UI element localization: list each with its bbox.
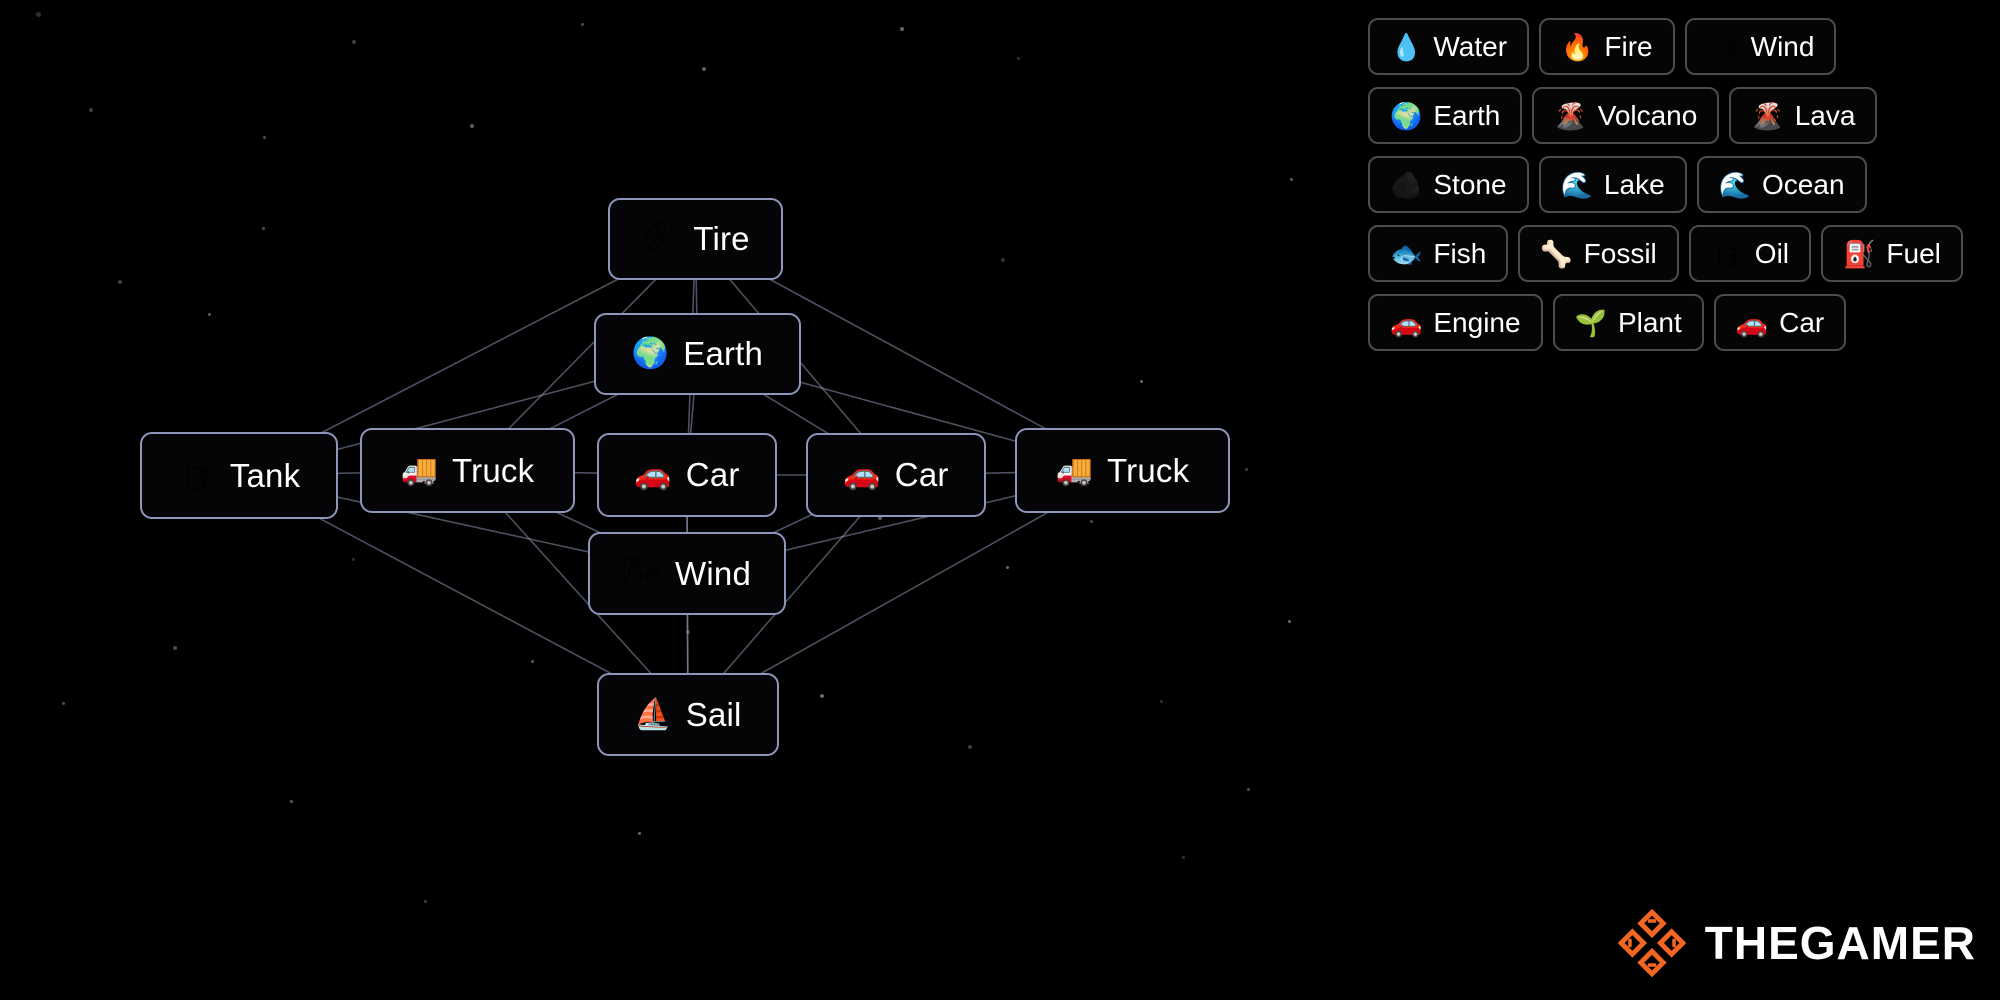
graph-node-label: Truck	[452, 451, 535, 489]
item-chip-label: Stone	[1433, 168, 1507, 200]
item-chip-engine[interactable]: 🚗 Engine	[1368, 294, 1543, 351]
item-chip-fish[interactable]: 🐟 Fish	[1368, 225, 1509, 282]
sail-icon: ⛵	[634, 697, 672, 731]
thegamer-watermark: THEGAMER	[1617, 908, 1976, 978]
item-chip-label: Oil	[1754, 237, 1790, 269]
graph-node-label: Wind	[675, 554, 752, 592]
wave-icon: 🌊	[1718, 169, 1752, 200]
wind-icon: 🌬	[622, 556, 662, 590]
tire-icon: 🛠	[641, 222, 680, 255]
item-chip-label: Wind	[1750, 30, 1815, 62]
item-chip-label: Water	[1433, 30, 1508, 62]
graph-node-earth[interactable]: 🌍 Earth	[594, 313, 801, 395]
graph-node-label: Tire	[693, 220, 750, 257]
item-chip-label: Fossil	[1583, 237, 1657, 269]
graph-node-truck_r[interactable]: 🚚 Truck	[1015, 428, 1230, 513]
oil-drum-icon: 🛢	[1710, 238, 1744, 269]
wind-icon: 🌬	[1706, 31, 1740, 62]
item-chip-oil[interactable]: 🛢 Oil	[1688, 225, 1812, 282]
fish-icon: 🐟	[1390, 238, 1423, 269]
item-chip-label: Fish	[1433, 237, 1487, 269]
item-chip-plant[interactable]: 🌱 Plant	[1552, 294, 1704, 351]
graph-node-wind[interactable]: 🌬 Wind	[588, 532, 786, 615]
car-icon: 🚗	[843, 458, 881, 491]
item-chip-label: Lava	[1794, 99, 1856, 131]
item-chip-ocean[interactable]: 🌊 Ocean	[1696, 156, 1867, 213]
item-chip-stone[interactable]: 🪨 Stone	[1368, 156, 1529, 213]
crafting-graph-canvas[interactable]: 🛠 Tire 🌍 Earth 🛢 Tank 🚚 Truck 🚗 Car 🚗 Car 🚚 Truck 🌬 Win…	[0, 0, 1340, 1000]
graph-node-label: Earth	[683, 335, 764, 372]
graph-node-tank[interactable]: 🛢 Tank	[140, 432, 338, 519]
discovered-items-panel[interactable]: 💧 Water 🔥 Fire 🌬 Wind 🌍 Earth 🌋 Volcano 🌋 Lava 🪨 Ston…	[1368, 18, 1982, 351]
car-icon: 🚗	[1735, 307, 1769, 338]
car-icon: 🚗	[634, 458, 672, 491]
item-chip-label: Engine	[1433, 306, 1521, 338]
thegamer-logo-icon	[1617, 908, 1687, 978]
graph-node-label: Car	[685, 456, 740, 493]
graph-node-sail[interactable]: ⛵ Sail	[597, 673, 779, 756]
item-chip-label: Lake	[1603, 168, 1665, 200]
volcano-icon: 🌋	[1751, 100, 1784, 131]
item-chip-earth[interactable]: 🌍 Earth	[1368, 87, 1523, 144]
item-chip-label: Earth	[1433, 99, 1501, 131]
item-chip-label: Volcano	[1597, 99, 1698, 131]
truck-icon: 🚚	[1055, 453, 1094, 487]
graph-node-truck_l[interactable]: 🚚 Truck	[360, 428, 575, 513]
item-chip-water[interactable]: 💧 Water	[1368, 18, 1530, 75]
car-icon: 🚗	[1390, 307, 1423, 338]
item-chip-wind[interactable]: 🌬 Wind	[1684, 18, 1837, 75]
item-chip-label: Ocean	[1762, 168, 1845, 200]
item-chip-car[interactable]: 🚗 Car	[1713, 294, 1847, 351]
item-chip-fossil[interactable]: 🦴 Fossil	[1518, 225, 1679, 282]
thegamer-logo-text: THEGAMER	[1704, 917, 1976, 969]
water-drop-icon: 💧	[1390, 31, 1423, 62]
graph-node-tire[interactable]: 🛠 Tire	[608, 198, 783, 280]
item-chip-label: Plant	[1617, 306, 1682, 338]
stone-icon: 🪨	[1390, 169, 1423, 200]
seedling-icon: 🌱	[1574, 307, 1607, 338]
graph-node-car_r[interactable]: 🚗 Car	[806, 433, 986, 517]
item-chip-lava[interactable]: 🌋 Lava	[1729, 87, 1878, 144]
graph-node-label: Sail	[685, 695, 742, 733]
earth-icon: 🌍	[1390, 100, 1423, 131]
graph-node-label: Tank	[229, 456, 301, 494]
truck-icon: 🚚	[400, 453, 439, 487]
volcano-icon: 🌋	[1554, 100, 1587, 131]
item-chip-fire[interactable]: 🔥 Fire	[1539, 18, 1675, 75]
graph-node-label: Car	[894, 456, 949, 493]
item-chip-label: Fuel	[1886, 237, 1941, 269]
item-chip-label: Fire	[1604, 30, 1653, 62]
item-chip-fuel[interactable]: ⛽ Fuel	[1821, 225, 1963, 282]
item-chip-lake[interactable]: 🌊 Lake	[1538, 156, 1687, 213]
tank-icon: 🛢	[177, 458, 216, 492]
item-chip-label: Car	[1779, 306, 1825, 338]
fuel-pump-icon: ⛽	[1843, 238, 1876, 269]
bone-icon: 🦴	[1540, 238, 1573, 269]
wave-icon: 🌊	[1560, 169, 1593, 200]
earth-icon: 🌍	[631, 337, 670, 370]
fire-icon: 🔥	[1561, 31, 1594, 62]
graph-node-label: Truck	[1107, 451, 1190, 489]
graph-node-car_l[interactable]: 🚗 Car	[597, 433, 777, 517]
item-chip-volcano[interactable]: 🌋 Volcano	[1532, 87, 1720, 144]
